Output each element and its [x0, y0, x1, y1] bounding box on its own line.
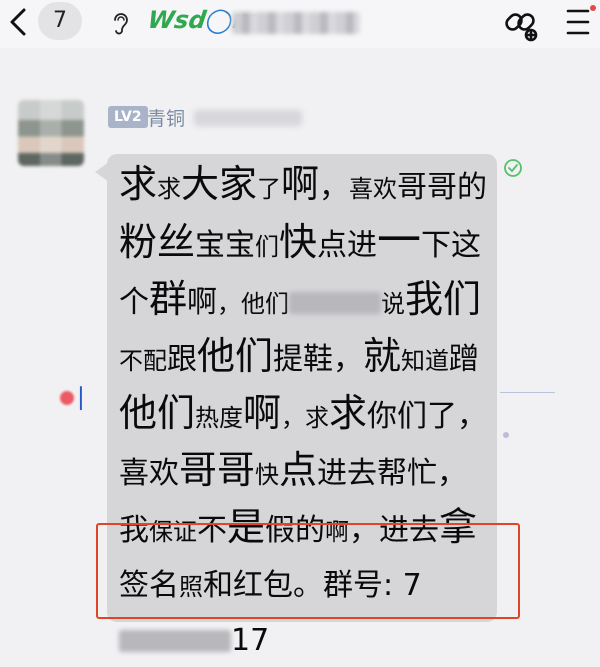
message-segment: 求 — [329, 391, 368, 435]
message-segment: 喜欢 — [349, 175, 398, 203]
message-segment: 们 — [255, 233, 280, 261]
message-segment: 17 — [231, 623, 270, 658]
message-segment: 快 — [279, 220, 318, 264]
unread-count-badge[interactable]: 7 — [38, 2, 82, 40]
message-segment: 了 — [257, 175, 282, 203]
message-segment: 求 — [157, 175, 182, 203]
background-line — [500, 392, 555, 393]
message-segment: 说 — [381, 290, 406, 318]
rank-label: 青铜 — [147, 108, 186, 130]
message-segment: 提鞋 — [273, 342, 334, 377]
group-number-highlight — [96, 523, 520, 619]
message-segment: 点进 — [317, 228, 378, 263]
chat-title-redacted — [232, 12, 360, 34]
message-segment: 啊 — [281, 162, 320, 206]
menu-icon[interactable] — [562, 2, 598, 42]
message-segment: 哥哥 — [397, 170, 458, 205]
message-segment: 不配 — [119, 347, 167, 375]
redacted-name — [289, 291, 382, 314]
message-segment: 点 — [279, 448, 318, 492]
level-badge: LV2 — [108, 106, 148, 128]
message-segment: 群 — [149, 277, 188, 321]
message-segment: ，他们 — [217, 290, 290, 318]
message-segment: 粉丝 — [119, 220, 196, 264]
message-segment: 的 — [457, 170, 488, 205]
message-segment: 哥哥 — [179, 448, 256, 492]
message-segment: 他们 — [197, 334, 274, 378]
message-segment: 求 — [119, 162, 158, 206]
message-segment: 进去帮忙 — [317, 456, 438, 491]
background-dot-2 — [503, 432, 509, 438]
link-icon[interactable] — [500, 2, 540, 42]
message-segment: 你们了 — [367, 399, 458, 434]
background-fragment: ▏ — [80, 386, 96, 410]
message-segment: 啊 — [243, 391, 282, 435]
message-segment: 快 — [255, 461, 280, 489]
message-segment: 跟 — [167, 342, 197, 377]
message-segment: 他们 — [119, 391, 196, 435]
message-segment: 宝宝 — [195, 228, 256, 263]
background-dot — [60, 391, 74, 405]
ear-icon[interactable] — [112, 10, 130, 36]
message-segment: 啊 — [187, 285, 218, 320]
message-segment: 我们 — [405, 277, 482, 321]
check-circle-icon — [504, 159, 522, 177]
avatar[interactable] — [18, 100, 84, 166]
message-segment: 就 — [363, 334, 402, 378]
message-segment: 热度 — [195, 404, 244, 432]
sender-name-redacted — [194, 110, 302, 126]
message-segment: ， — [319, 170, 350, 205]
message-segment: 大家 — [181, 162, 258, 206]
chat-header: 7 Wsd◯m — [0, 0, 600, 48]
message-segment: 一 — [377, 215, 422, 266]
message-segment: 蹭 — [449, 342, 480, 377]
message-segment: ，求 — [281, 404, 330, 432]
message-segment: ， — [333, 342, 364, 377]
message-segment: 知道 — [401, 347, 450, 375]
chevron-left-icon[interactable] — [4, 4, 34, 40]
